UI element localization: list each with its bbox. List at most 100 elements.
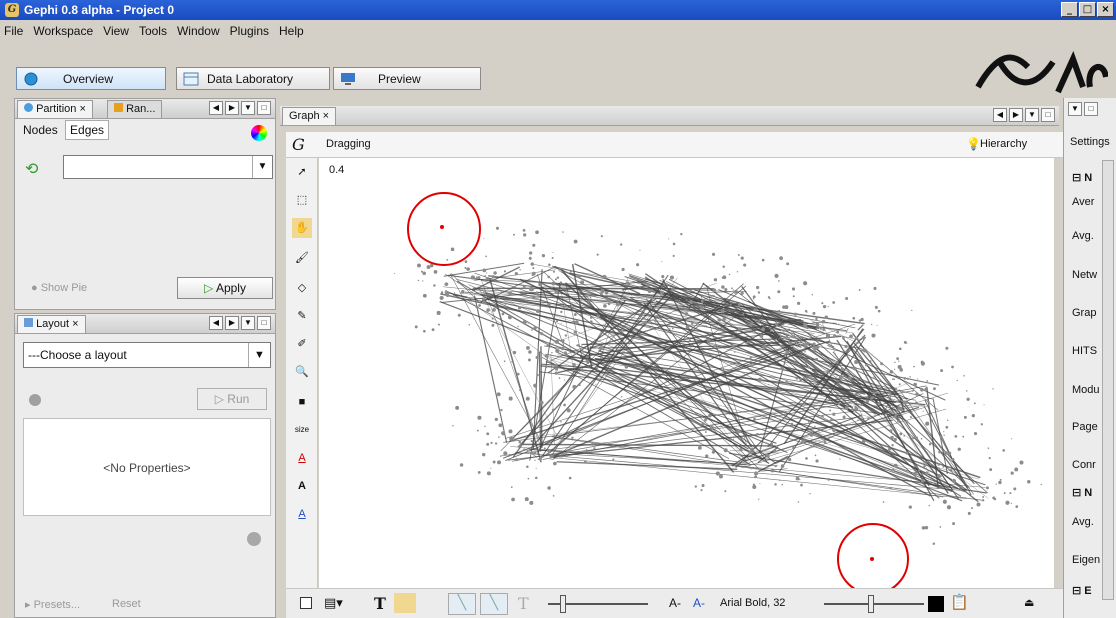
- font-decrease-button[interactable]: A-: [669, 596, 681, 610]
- network-node: [579, 375, 581, 378]
- drag-icon[interactable]: ✋: [292, 218, 312, 238]
- right-scrollbar[interactable]: [1102, 160, 1114, 600]
- maximize-button[interactable]: □: [1079, 2, 1096, 17]
- label-size-slider[interactable]: [548, 595, 648, 613]
- tab-layout[interactable]: Layout ×: [17, 315, 86, 333]
- slider-thumb[interactable]: [868, 595, 874, 613]
- zoom-icon[interactable]: 🔍: [292, 362, 312, 382]
- edge-icon[interactable]: ╲: [448, 593, 476, 615]
- overview-button[interactable]: Overview: [16, 67, 166, 90]
- network-edge: [499, 410, 854, 457]
- network-node: [822, 305, 827, 309]
- pointer-icon[interactable]: ➚: [292, 162, 312, 182]
- menu-tools[interactable]: Tools: [139, 24, 167, 38]
- run-button[interactable]: ▷ Run: [197, 388, 267, 410]
- info-icon[interactable]: [29, 394, 41, 406]
- settings-tab[interactable]: Settings: [1070, 136, 1110, 148]
- tab-nodes[interactable]: Nodes: [19, 121, 62, 139]
- close-button[interactable]: ×: [1097, 2, 1114, 17]
- highlight-icon[interactable]: [394, 593, 416, 613]
- edge-color-icon[interactable]: ╲: [480, 593, 508, 615]
- graph-canvas[interactable]: 0.4: [319, 158, 1054, 588]
- tab-ranking[interactable]: Ran...: [107, 100, 163, 118]
- show-pie-checkbox[interactable]: ● Show Pie: [31, 282, 87, 294]
- painter-icon[interactable]: ✎: [292, 306, 312, 326]
- text-icon[interactable]: T: [374, 594, 386, 613]
- help-icon[interactable]: [247, 532, 261, 546]
- image-dropdown-icon[interactable]: ▤▾: [324, 595, 343, 611]
- tab-partition[interactable]: Partition ×: [17, 100, 93, 118]
- presets-button[interactable]: ▸ Presets...: [25, 598, 80, 611]
- hierarchy-button[interactable]: Hierarchy: [980, 138, 1027, 150]
- network-node: [596, 253, 599, 256]
- network-node: [930, 419, 934, 422]
- scroll-right-icon[interactable]: ▶: [1009, 108, 1023, 122]
- label-color-button[interactable]: A: [292, 448, 312, 468]
- network-node: [999, 478, 1002, 481]
- square-icon[interactable]: ■: [292, 392, 312, 412]
- menu-plugins[interactable]: Plugins: [230, 24, 269, 38]
- label-font-button[interactable]: A: [292, 476, 312, 496]
- network-node: [877, 309, 881, 313]
- network-node: [607, 289, 609, 291]
- menu-file[interactable]: File: [4, 24, 23, 38]
- maximize-icon[interactable]: □: [1041, 108, 1055, 122]
- maximize-icon[interactable]: □: [257, 101, 271, 115]
- scroll-right-icon[interactable]: ▶: [225, 316, 239, 330]
- tab-edges[interactable]: Edges: [65, 120, 110, 140]
- preview-button[interactable]: Preview: [333, 67, 481, 90]
- scroll-left-icon[interactable]: ◀: [209, 316, 223, 330]
- layout-select[interactable]: ---Choose a layout ▼: [23, 342, 271, 368]
- label-text-icon[interactable]: T: [518, 594, 529, 613]
- network-node: [784, 360, 786, 362]
- network-node: [538, 282, 543, 287]
- font-label[interactable]: Arial Bold, 32: [720, 597, 785, 609]
- network-node: [804, 350, 806, 353]
- color-wheel-icon[interactable]: [251, 125, 267, 141]
- rect-select-icon[interactable]: ⬚: [292, 190, 312, 210]
- dropdown-icon[interactable]: ▼: [1068, 102, 1082, 116]
- partition-select[interactable]: ▼: [63, 155, 273, 179]
- section-toggle[interactable]: ⊟ N: [1072, 171, 1092, 184]
- network-node: [939, 435, 943, 439]
- maximize-icon[interactable]: □: [1084, 102, 1098, 116]
- section-toggle[interactable]: ⊟ E: [1072, 584, 1092, 597]
- brush-icon[interactable]: 🖌: [292, 248, 312, 268]
- data-laboratory-button[interactable]: Data Laboratory: [176, 67, 330, 90]
- network-node: [927, 401, 930, 404]
- network-node: [569, 433, 571, 435]
- menu-window[interactable]: Window: [177, 24, 220, 38]
- menu-help[interactable]: Help: [279, 24, 304, 38]
- apply-button[interactable]: ▷ Apply: [177, 277, 273, 299]
- dropdown-icon[interactable]: ▼: [241, 316, 255, 330]
- maximize-icon[interactable]: □: [257, 316, 271, 330]
- menu-view[interactable]: View: [103, 24, 129, 38]
- dropdown-icon[interactable]: ▼: [241, 101, 255, 115]
- scroll-left-icon[interactable]: ◀: [993, 108, 1007, 122]
- menu-workspace[interactable]: Workspace: [33, 24, 93, 38]
- label-size-button[interactable]: A: [292, 504, 312, 524]
- network-node: [586, 356, 589, 358]
- minimize-button[interactable]: _: [1061, 2, 1078, 17]
- expand-icon[interactable]: ⏏: [1024, 596, 1034, 609]
- network-node: [535, 309, 540, 314]
- screenshot-checkbox[interactable]: [300, 597, 312, 609]
- clipboard-icon[interactable]: 📋: [950, 593, 969, 611]
- scroll-right-icon[interactable]: ▶: [225, 101, 239, 115]
- font-size-slider[interactable]: [824, 595, 924, 613]
- refresh-icon[interactable]: ⟲: [25, 159, 38, 179]
- font-increase-button[interactable]: A-: [693, 596, 705, 610]
- slider-thumb[interactable]: [560, 595, 566, 613]
- scroll-left-icon[interactable]: ◀: [209, 101, 223, 115]
- network-node: [483, 237, 485, 239]
- reset-button[interactable]: Reset: [112, 598, 141, 610]
- network-node: [533, 326, 537, 330]
- dropdown-icon[interactable]: ▼: [1025, 108, 1039, 122]
- diamond-icon[interactable]: ◇: [292, 278, 312, 298]
- color-swatch[interactable]: [928, 596, 944, 612]
- tab-graph[interactable]: Graph ×: [282, 107, 337, 125]
- section-toggle[interactable]: ⊟ N: [1072, 486, 1092, 499]
- pencil-icon[interactable]: ✐: [292, 334, 312, 354]
- network-node: [593, 447, 596, 450]
- size-button[interactable]: size: [292, 420, 312, 440]
